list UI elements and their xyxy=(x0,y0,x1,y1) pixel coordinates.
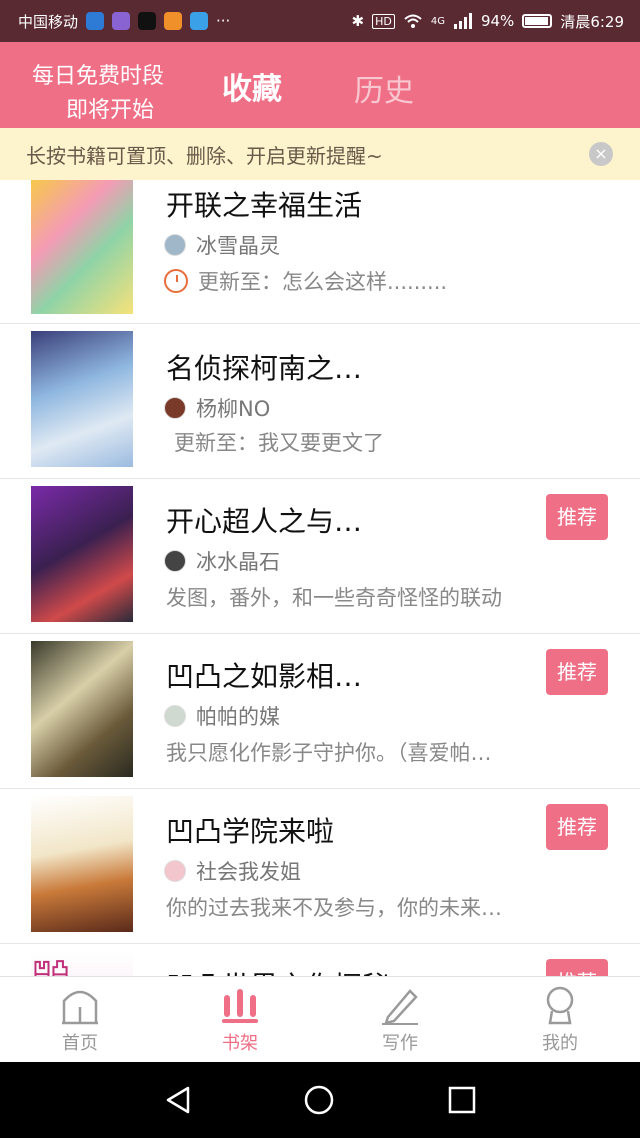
book-author: 社会我发姐 xyxy=(196,860,301,884)
book-item[interactable]: 凹凸之如影相… 推荐 帕帕的媒 我只愿化作影子守护你。（喜爱帕… xyxy=(0,633,640,789)
promo-line2: 即将开始 xyxy=(66,98,155,123)
book-item[interactable]: 名侦探柯南之… 杨柳NO 更新至：我又要更文了 xyxy=(0,323,640,479)
book-update: 更新至：我又要更文了 xyxy=(174,431,384,455)
clock-icon xyxy=(164,269,188,293)
recommend-button[interactable]: 推荐 xyxy=(546,804,608,850)
book-title: 凹凸之如影相… xyxy=(166,660,363,693)
network-type-label: 4G xyxy=(430,15,445,27)
author-avatar xyxy=(164,234,186,256)
book-item[interactable]: 开心超人之与… 推荐 冰水晶石 发图，番外，和一些奇奇怪怪的联动 xyxy=(0,478,640,634)
book-cover-image xyxy=(31,331,133,467)
close-hint-button[interactable]: × xyxy=(589,142,613,166)
recent-apps-icon[interactable] xyxy=(446,1084,478,1116)
hint-text: 长按书籍可置顶、删除、开启更新提醒~ xyxy=(26,143,383,168)
author-row: 冰水晶石 xyxy=(164,546,280,576)
author-row: 杨柳NO xyxy=(164,393,270,423)
profile-icon xyxy=(546,986,574,1025)
tab-history[interactable]: 历史 xyxy=(354,66,414,110)
book-cover-image xyxy=(31,180,133,314)
battery-percent: 94% xyxy=(480,12,515,30)
book-description: 我只愿化作影子守护你。（喜爱帕… xyxy=(166,741,492,765)
bottom-navigation: 首页 书架 写作 我的 xyxy=(0,976,640,1062)
recommend-button[interactable]: 推荐 xyxy=(546,649,608,695)
book-cover-image xyxy=(31,641,133,777)
author-avatar xyxy=(164,860,186,882)
book-author: 冰雪晶灵 xyxy=(196,234,280,258)
recommend-button[interactable]: 推荐 xyxy=(546,494,608,540)
clock-time: 清晨6:29 xyxy=(560,12,624,31)
nav-profile[interactable]: 我的 xyxy=(480,977,640,1063)
wifi-icon xyxy=(404,14,422,28)
promo-line1: 每日免费时段 xyxy=(32,64,165,89)
nav-bookshelf[interactable]: 书架 xyxy=(160,977,320,1063)
app-header: 每日免费时段 即将开始 收藏 历史 xyxy=(0,42,640,128)
more-notifications-icon: ··· xyxy=(216,12,231,30)
bookshelf-icon xyxy=(222,989,258,1023)
carrier-label: 中国移动 xyxy=(18,12,79,31)
book-description: 你的过去我来不及参与，你的未来… xyxy=(166,896,502,920)
book-author: 帕帕的媒 xyxy=(196,705,280,729)
book-cover-image: 凹凸 xyxy=(31,951,133,976)
music-app-icon xyxy=(112,12,131,30)
book-item[interactable]: 开联之幸福生活 冰雪晶灵 更新至：怎么会这样......... xyxy=(0,180,640,324)
battery-icon xyxy=(522,14,553,28)
nav-profile-label: 我的 xyxy=(542,1033,578,1054)
paw-app-icon xyxy=(86,12,105,30)
tab-favorites[interactable]: 收藏 xyxy=(222,64,282,108)
update-row: 更新至：怎么会这样......... xyxy=(164,266,447,296)
send-app-icon xyxy=(190,12,209,30)
book-title: 凹凸世界之你探秘 xyxy=(166,965,390,976)
hd-badge: HD xyxy=(372,13,395,29)
system-navigation-bar xyxy=(0,1062,640,1138)
nav-home-label: 首页 xyxy=(62,1033,98,1054)
nav-write[interactable]: 写作 xyxy=(320,977,480,1063)
book-title: 开联之幸福生活 xyxy=(166,189,363,222)
hint-bar: 长按书籍可置顶、删除、开启更新提醒~ × xyxy=(0,128,640,180)
nav-write-label: 写作 xyxy=(382,1033,418,1054)
signal-icon xyxy=(453,13,472,29)
author-row: 冰雪晶灵 xyxy=(164,230,280,260)
author-avatar xyxy=(164,705,186,727)
free-time-promo[interactable]: 每日免费时段 即将开始 xyxy=(32,60,164,128)
nav-bookshelf-label: 书架 xyxy=(222,1033,258,1054)
book-author: 冰水晶石 xyxy=(196,550,280,574)
book-cover-image xyxy=(31,796,133,932)
book-title: 开心超人之与… xyxy=(166,505,363,538)
book-author: 杨柳NO xyxy=(196,397,271,421)
nav-home[interactable]: 首页 xyxy=(0,977,160,1063)
video-app-icon xyxy=(164,12,183,30)
back-icon[interactable] xyxy=(162,1084,194,1116)
bookshelf-list[interactable]: 开联之幸福生活 冰雪晶灵 更新至：怎么会这样......... 名侦探柯南之… … xyxy=(0,180,640,976)
battery-level xyxy=(525,17,548,25)
book-cover-image xyxy=(31,486,133,622)
author-avatar xyxy=(164,550,186,572)
tiktok-app-icon xyxy=(138,12,157,30)
book-title: 名侦探柯南之… xyxy=(166,352,363,385)
book-description: 发图，番外，和一些奇奇怪怪的联动 xyxy=(166,586,502,610)
bluetooth-icon: ✱ xyxy=(351,12,365,30)
author-row: 帕帕的媒 xyxy=(164,701,280,731)
book-title: 凹凸学院来啦 xyxy=(166,815,335,848)
status-bar: 中国移动 ··· ✱ HD 4G 94% 清晨6:29 xyxy=(0,0,640,42)
recommend-button[interactable]: 推荐 xyxy=(546,959,608,976)
author-row: 社会我发姐 xyxy=(164,856,301,886)
home-icon xyxy=(62,990,98,1025)
book-update: 更新至：怎么会这样......... xyxy=(198,270,448,294)
book-item[interactable]: 凹凸 凹凸世界之你探秘 推荐 xyxy=(0,943,640,976)
pencil-icon xyxy=(382,989,418,1025)
book-item[interactable]: 凹凸学院来啦 推荐 社会我发姐 你的过去我来不及参与，你的未来… xyxy=(0,788,640,944)
home-button-icon[interactable] xyxy=(303,1084,335,1116)
author-avatar xyxy=(164,397,186,419)
